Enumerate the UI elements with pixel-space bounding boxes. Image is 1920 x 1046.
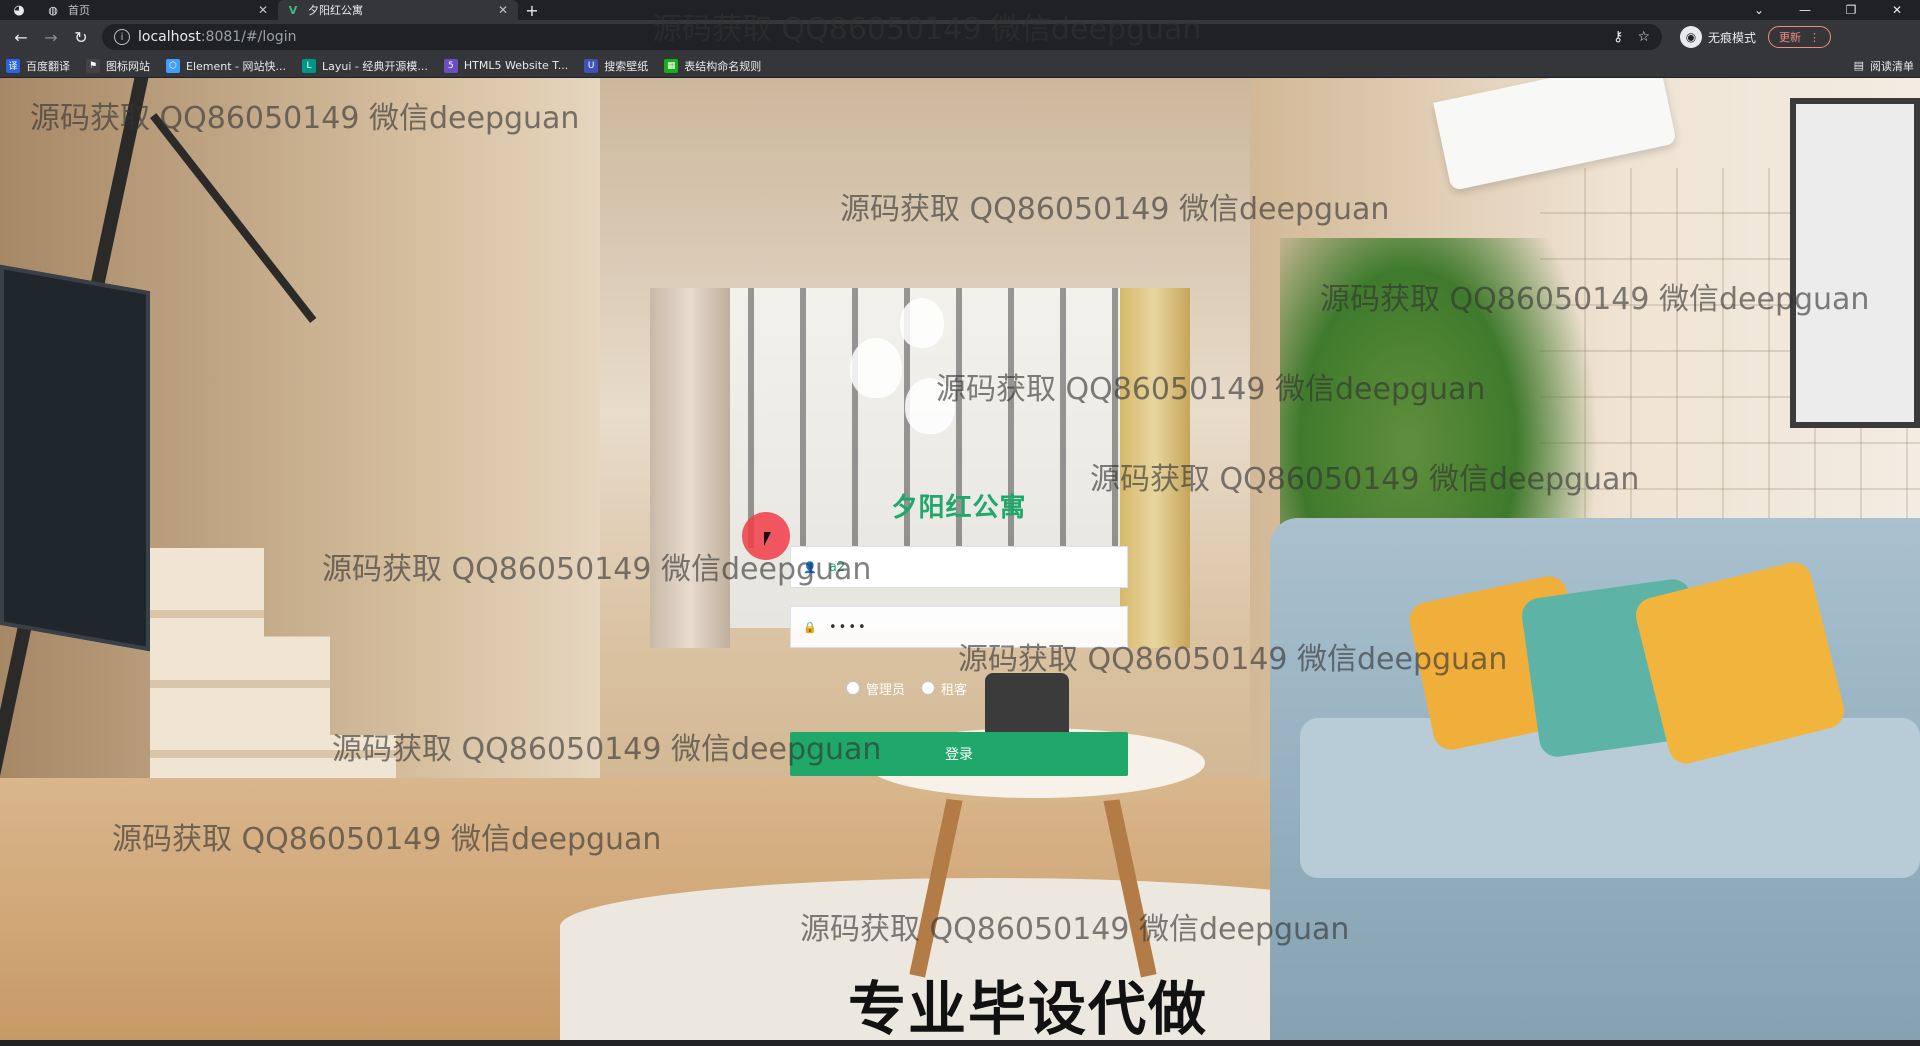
tab-title: 首页 (68, 4, 90, 17)
url-host: localhost (138, 29, 201, 45)
incognito-indicator[interactable]: ◉ 无痕模式 (1680, 26, 1756, 48)
role-option-admin[interactable]: 管理员 (846, 679, 905, 698)
background-wall-art (1790, 98, 1920, 428)
login-title: 夕阳红公寓 (891, 493, 1027, 523)
close-window-icon[interactable]: ✕ (1874, 0, 1920, 20)
background-lamp (905, 378, 955, 434)
tab-strip: ◕ ◍ 首页 ✕ V 夕阳红公寓 ✕ + ⌄ — ❐ ✕ (0, 0, 1920, 20)
bookmarks-bar: 译百度翻译 ⚑ 图标网站 ⬡ Element - 网站快... L Layui - 经… (0, 54, 1920, 78)
browser-menu-icon[interactable]: ◕ (0, 0, 38, 20)
address-bar[interactable]: i localhost:8081/#/login ⚷ ☆ (102, 24, 1662, 50)
bookmark-label: 图标网站 (106, 59, 150, 73)
role-radio-group: 管理员 租客 (846, 676, 967, 700)
bookmark-item[interactable]: 5 HTML5 Website T... (443, 58, 569, 73)
reload-icon[interactable]: ↻ (66, 23, 96, 51)
wallpaper-icon: U (584, 58, 599, 73)
vue-logo-icon: V (288, 3, 298, 17)
more-vert-icon: ⋮ (1809, 30, 1821, 44)
close-icon[interactable]: ✕ (496, 3, 510, 17)
reading-list-icon: ▤ (1853, 59, 1864, 72)
new-tab-button[interactable]: + (518, 0, 546, 20)
bookmark-label: 表结构命名规则 (684, 59, 762, 73)
forward-icon[interactable]: → (36, 23, 66, 51)
bookmark-item[interactable]: ⬡ Element - 网站快... (166, 58, 286, 74)
background-curtain (650, 288, 730, 648)
star-icon[interactable]: ☆ (1637, 29, 1650, 45)
user-icon: 👤 (803, 560, 817, 574)
bookmark-label: Layui - 经典开源模... (322, 59, 428, 73)
login-button[interactable]: 登录 (790, 732, 1128, 776)
bookmark-item[interactable]: U 搜索壁纸 (584, 58, 648, 74)
role-label: 管理员 (866, 682, 906, 698)
minimize-icon[interactable]: — (1782, 0, 1828, 20)
back-icon[interactable]: ← (6, 23, 36, 51)
flag-icon: ⚑ (86, 58, 100, 73)
role-option-tenant[interactable]: 租客 (921, 679, 967, 698)
restore-icon[interactable]: ❐ (1828, 0, 1874, 20)
chevron-down-icon[interactable]: ⌄ (1736, 0, 1782, 20)
key-icon[interactable]: ⚷ (1613, 29, 1623, 45)
update-label: 更新 (1779, 31, 1802, 44)
background-lamp (850, 338, 902, 398)
reading-list-label: 阅读清单 (1870, 59, 1914, 73)
password-field[interactable]: 🔒 (790, 606, 1128, 648)
username-input[interactable] (829, 559, 1115, 575)
close-icon[interactable]: ✕ (256, 3, 270, 17)
globe-icon: ◍ (48, 3, 58, 17)
bookmark-item[interactable]: L Layui - 经典开源模... (302, 58, 428, 74)
tab-home[interactable]: ◍ 首页 ✕ (38, 0, 278, 20)
url-path: :8081/#/login (200, 29, 297, 45)
sheet-icon: ▦ (664, 58, 679, 73)
incognito-label: 无痕模式 (1708, 30, 1757, 45)
bookmark-label: 百度翻译 (26, 59, 70, 73)
tab-title: 夕阳红公寓 (308, 4, 363, 17)
password-input[interactable] (829, 619, 1115, 635)
username-field[interactable]: 👤 (790, 546, 1128, 588)
incognito-icon: ◉ (1680, 26, 1702, 48)
background-lamp (900, 298, 944, 348)
radio-button[interactable] (921, 681, 936, 695)
bookmark-label: Element - 网站快... (186, 59, 286, 73)
translate-icon: 译 (6, 58, 20, 73)
bookmark-item[interactable]: 译百度翻译 (6, 58, 70, 74)
mouse-cursor-icon (764, 532, 778, 546)
login-page: 夕阳红公寓 👤 🔒 管理员 租客 登录 (0, 78, 1920, 1040)
radio-button[interactable] (846, 681, 860, 695)
info-icon[interactable]: i (114, 29, 130, 45)
role-label: 租客 (941, 682, 968, 698)
background-tv (0, 264, 150, 652)
element-icon: ⬡ (166, 58, 180, 73)
tab-apartment[interactable]: V 夕阳红公寓 ✕ (278, 0, 518, 20)
promo-banner: 专业毕设代做 (848, 975, 1209, 1043)
bookmark-item[interactable]: ⚑ 图标网站 (86, 58, 150, 74)
login-form: 夕阳红公寓 👤 🔒 管理员 租客 登录 (790, 486, 1128, 786)
window-controls: ⌄ — ❐ ✕ (1736, 0, 1920, 20)
update-button[interactable]: 更新 ⋮ (1768, 26, 1832, 48)
browser-toolbar: ← → ↻ i localhost:8081/#/login ⚷ ☆ ◉ 无痕模… (0, 20, 1920, 54)
bookmark-label: HTML5 Website T... (463, 59, 569, 72)
lock-icon: 🔒 (803, 620, 817, 634)
address-bar-actions: ⚷ ☆ (1613, 29, 1650, 45)
html5-icon: 5 (443, 58, 458, 73)
bookmark-label: 搜索壁纸 (604, 59, 649, 73)
bookmark-item[interactable]: ▦ 表结构命名规则 (664, 58, 761, 74)
reading-list-button[interactable]: ▤ 阅读清单 (1854, 58, 1914, 74)
layui-icon: L (302, 58, 316, 73)
background-curtain (1120, 288, 1190, 648)
